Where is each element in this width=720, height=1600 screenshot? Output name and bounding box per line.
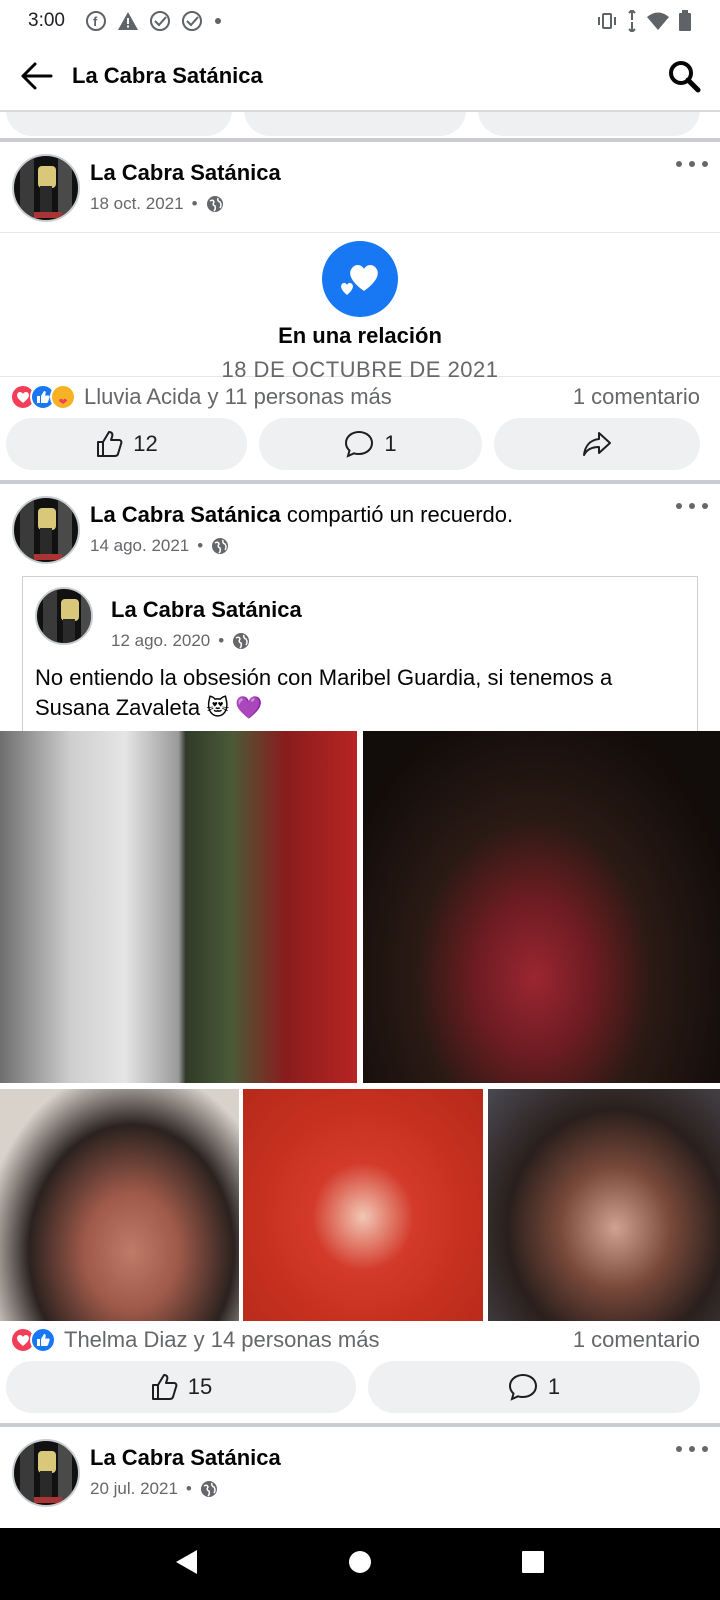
like-count: 12 bbox=[133, 431, 158, 456]
photo-thumbnail[interactable] bbox=[243, 1089, 483, 1321]
vibrate-icon bbox=[598, 13, 616, 29]
post-author[interactable]: La Cabra Satánica bbox=[90, 1445, 281, 1471]
comment-button[interactable]: 1 bbox=[259, 418, 482, 470]
data-arrows-icon bbox=[628, 10, 636, 32]
avatar[interactable] bbox=[12, 1439, 80, 1507]
globe-icon bbox=[212, 538, 229, 554]
comment-count: 1 bbox=[384, 431, 397, 456]
arrow-left-icon bbox=[21, 62, 53, 90]
like-button[interactable]: 12 bbox=[6, 418, 247, 470]
battery-icon bbox=[679, 10, 691, 31]
nav-back-button[interactable] bbox=[175, 1549, 199, 1580]
comment-button[interactable] bbox=[244, 112, 466, 136]
post: La Cabra Satánica 20 jul. 2021 • bbox=[0, 1427, 720, 1507]
app-bar: La Cabra Satánica bbox=[0, 42, 720, 112]
photo-thumbnail[interactable] bbox=[0, 731, 357, 1083]
nav-recents-button[interactable] bbox=[521, 1550, 545, 1579]
feed[interactable]: La Cabra Satánica 18 oct. 2021 • En una … bbox=[0, 112, 720, 1528]
svg-text:f: f bbox=[93, 14, 98, 29]
shared-post-header: La Cabra Satánica 12 ago. 2020 • bbox=[35, 587, 685, 651]
thumbs-up-icon bbox=[151, 1374, 178, 1400]
post: La Cabra Satánica compartió un recuerdo.… bbox=[0, 484, 720, 1413]
care-reaction-icon bbox=[50, 383, 76, 410]
photo-thumbnail[interactable] bbox=[0, 1089, 239, 1321]
navigation-bar bbox=[0, 1528, 720, 1600]
nav-home-button[interactable] bbox=[348, 1550, 372, 1579]
post-action-text: compartió un recuerdo. bbox=[286, 502, 514, 527]
share-arrow-icon bbox=[583, 432, 611, 456]
check-circle-icon bbox=[149, 11, 170, 31]
page-title: La Cabra Satánica bbox=[72, 63, 263, 88]
post-date: 20 jul. 2021 • bbox=[90, 1479, 281, 1499]
action-row: 12 1 bbox=[0, 418, 720, 470]
reactors-text[interactable]: Lluvia Acida y 11 personas más bbox=[84, 384, 573, 410]
comment-bubble-icon bbox=[508, 1373, 537, 1401]
post-date: 14 ago. 2021 • bbox=[90, 536, 513, 556]
post-header: La Cabra Satánica 18 oct. 2021 • bbox=[0, 142, 720, 222]
photo-thumbnail[interactable] bbox=[363, 731, 720, 1083]
dot-separator: • bbox=[197, 536, 204, 555]
post-author[interactable]: La Cabra Satánica bbox=[90, 502, 281, 527]
shared-post-date-text[interactable]: 12 ago. 2020 bbox=[111, 631, 210, 651]
post-date-text[interactable]: 14 ago. 2021 bbox=[90, 536, 189, 556]
photo-thumbnail[interactable] bbox=[488, 1089, 720, 1321]
post-header: La Cabra Satánica 20 jul. 2021 • bbox=[0, 1427, 720, 1507]
like-count: 15 bbox=[187, 1374, 213, 1399]
thumbs-up-icon bbox=[97, 431, 123, 457]
photo-grid bbox=[0, 731, 720, 1321]
wifi-icon bbox=[647, 12, 669, 30]
status-bar: 3:00 f bbox=[0, 0, 720, 42]
facebook-notification-icon: f bbox=[85, 11, 106, 31]
triangle-back-icon bbox=[175, 1549, 197, 1574]
square-recents-icon bbox=[522, 1550, 545, 1573]
shared-memory[interactable]: La Cabra Satánica 12 ago. 2020 • No enti… bbox=[22, 576, 698, 731]
avatar[interactable] bbox=[12, 154, 80, 222]
back-button[interactable] bbox=[0, 41, 72, 111]
post-header: La Cabra Satánica compartió un recuerdo.… bbox=[0, 484, 720, 564]
post: La Cabra Satánica 18 oct. 2021 • En una … bbox=[0, 142, 720, 470]
warning-icon bbox=[117, 12, 138, 30]
dot-separator: • bbox=[218, 631, 225, 650]
status-time: 3:00 bbox=[28, 10, 65, 31]
reactors-text[interactable]: Thelma Diaz y 14 personas más bbox=[64, 1327, 573, 1353]
life-event-title: En una relación bbox=[278, 323, 442, 348]
share-button[interactable] bbox=[494, 418, 700, 470]
action-row: 15 1 bbox=[0, 1361, 720, 1413]
dot-separator: • bbox=[191, 194, 198, 213]
previous-post-actions bbox=[0, 112, 720, 136]
globe-icon bbox=[206, 196, 223, 212]
shared-post-text: No entiendo la obsesión con Maribel Guar… bbox=[35, 665, 613, 720]
like-reaction-icon bbox=[30, 1327, 56, 1353]
like-button[interactable] bbox=[6, 112, 232, 136]
comment-count: 1 bbox=[547, 1374, 561, 1399]
avatar[interactable] bbox=[12, 496, 80, 564]
comment-bubble-icon bbox=[345, 430, 374, 458]
like-button[interactable]: 15 bbox=[6, 1361, 356, 1413]
search-icon bbox=[669, 61, 701, 93]
comment-button[interactable]: 1 bbox=[368, 1361, 700, 1413]
post-date-text[interactable]: 18 oct. 2021 bbox=[90, 194, 184, 214]
globe-icon bbox=[200, 1481, 217, 1497]
comments-count-link[interactable]: 1 comentario bbox=[573, 1327, 700, 1353]
more-options-button[interactable] bbox=[676, 496, 708, 516]
reactions-summary[interactable]: Thelma Diaz y 14 personas más 1 comentar… bbox=[0, 1321, 720, 1359]
more-options-button[interactable] bbox=[676, 154, 708, 174]
share-button[interactable] bbox=[478, 112, 700, 136]
avatar[interactable] bbox=[35, 587, 93, 645]
dot-separator: • bbox=[185, 1479, 192, 1498]
post-author[interactable]: La Cabra Satánica bbox=[90, 160, 281, 186]
check-circle-icon bbox=[181, 11, 202, 31]
post-date-text[interactable]: 20 jul. 2021 bbox=[90, 1479, 178, 1499]
more-options-button[interactable] bbox=[676, 1439, 708, 1459]
globe-icon bbox=[233, 633, 250, 649]
search-button[interactable] bbox=[648, 41, 720, 111]
shared-post-author[interactable]: La Cabra Satánica bbox=[111, 597, 302, 623]
comments-count-link[interactable]: 1 comentario bbox=[573, 384, 700, 410]
life-event[interactable]: En una relación 18 DE OCTUBRE DE 2021 bbox=[0, 232, 720, 382]
hearts-icon bbox=[322, 241, 398, 317]
dot-icon bbox=[214, 18, 221, 24]
post-date: 18 oct. 2021 • bbox=[90, 194, 281, 214]
circle-home-icon bbox=[348, 1550, 371, 1573]
shared-post-date: 12 ago. 2020 • bbox=[111, 631, 302, 651]
